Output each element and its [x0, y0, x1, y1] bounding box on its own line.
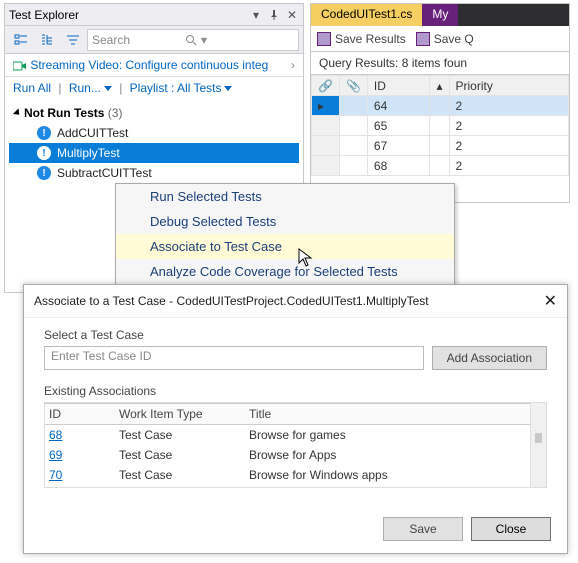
hierarchy-button[interactable] — [35, 29, 59, 51]
close-icon[interactable]: ✕ — [544, 291, 557, 311]
dialog-body: Select a Test Case Enter Test Case ID Ad… — [24, 318, 567, 494]
scrollbar[interactable] — [530, 403, 546, 487]
assoc-id-link[interactable]: 70 — [45, 465, 115, 485]
pin-icon[interactable] — [267, 8, 281, 22]
info-icon: ! — [37, 146, 51, 160]
menu-item-coverage[interactable]: Analyze Code Coverage for Selected Tests — [116, 259, 454, 284]
search-input[interactable]: Search ▾ — [87, 29, 299, 51]
associations-table-wrap: ID Work Item Type Title 68 Test Case Bro… — [44, 402, 547, 488]
menu-item-debug[interactable]: Debug Selected Tests — [116, 209, 454, 234]
test-name: MultiplyTest — [57, 146, 120, 160]
grid-row[interactable]: ▸642 — [312, 96, 569, 116]
tab-strip: CodedUITest1.cs My — [311, 4, 569, 26]
test-case-id-input[interactable]: Enter Test Case ID — [44, 346, 424, 370]
streaming-video-bar: Streaming Video: Configure continuous in… — [5, 54, 303, 77]
tab-file[interactable]: CodedUITest1.cs — [311, 4, 422, 26]
playlist-link[interactable]: Playlist : All Tests — [130, 81, 222, 95]
save-query-button[interactable]: Save Q — [416, 32, 474, 46]
grid-row[interactable]: 652 — [312, 116, 569, 136]
tree-item-selected[interactable]: ! MultiplyTest — [9, 143, 299, 163]
test-explorer-title: Test Explorer — [9, 8, 79, 22]
tree-item[interactable]: ! SubtractCUITTest — [9, 163, 299, 183]
test-explorer-toolbar: Search ▾ — [5, 26, 303, 54]
search-dropdown-icon[interactable]: ▾ — [201, 33, 294, 47]
save-button[interactable]: Save — [383, 517, 463, 541]
add-association-button[interactable]: Add Association — [432, 346, 547, 370]
association-row[interactable]: 68 Test Case Browse for games — [45, 425, 546, 446]
disk-icon — [416, 32, 430, 46]
filter-button[interactable] — [61, 29, 85, 51]
chevron-right-icon[interactable]: › — [291, 58, 295, 72]
group-count: (3) — [108, 106, 123, 120]
grid-row[interactable]: 672 — [312, 136, 569, 156]
dialog-title-bar: Associate to a Test Case - CodedUITestPr… — [24, 285, 567, 318]
menu-item-run[interactable]: Run Selected Tests — [116, 184, 454, 209]
cursor-icon — [298, 248, 314, 268]
select-test-case-label: Select a Test Case — [44, 328, 547, 342]
query-results-panel: CodedUITest1.cs My Save Results Save Q Q… — [310, 3, 570, 203]
close-button[interactable]: Close — [471, 517, 551, 541]
attachment-column-icon[interactable]: 📎 — [339, 76, 367, 96]
col-title[interactable]: Title — [245, 404, 546, 425]
column-id[interactable]: ID — [367, 76, 430, 96]
save-toolbar: Save Results Save Q — [311, 26, 569, 52]
close-icon[interactable]: ✕ — [285, 8, 299, 22]
tree-group-not-run[interactable]: Not Run Tests (3) — [9, 103, 299, 123]
run-link[interactable]: Run... — [69, 81, 101, 95]
search-placeholder: Search — [92, 33, 185, 47]
info-icon: ! — [37, 166, 51, 180]
association-row[interactable]: 69 Test Case Browse for Apps — [45, 445, 546, 465]
tab-other[interactable]: My — [422, 4, 458, 26]
grid-row[interactable]: 682 — [312, 156, 569, 176]
dialog-footer: Save Close — [383, 517, 551, 541]
test-tree: Not Run Tests (3) ! AddCUITTest ! Multip… — [5, 99, 303, 187]
sort-icon[interactable]: ▴ — [430, 76, 449, 96]
test-explorer-title-bar: Test Explorer ▾ ✕ — [5, 4, 303, 26]
associate-dialog: Associate to a Test Case - CodedUITestPr… — [23, 284, 568, 554]
tree-item[interactable]: ! AddCUITTest — [9, 123, 299, 143]
query-status: Query Results: 8 items foun — [311, 52, 569, 75]
assoc-id-link[interactable]: 69 — [45, 445, 115, 465]
run-all-link[interactable]: Run All — [13, 81, 51, 95]
test-name: SubtractCUITTest — [57, 166, 152, 180]
video-icon — [13, 60, 27, 72]
test-name: AddCUITTest — [57, 126, 128, 140]
streaming-video-link[interactable]: Streaming Video: Configure continuous in… — [30, 58, 268, 72]
dialog-title: Associate to a Test Case - CodedUITestPr… — [34, 294, 429, 308]
command-bar: Run All | Run... | Playlist : All Tests — [5, 77, 303, 99]
dropdown-icon[interactable]: ▾ — [249, 8, 263, 22]
results-grid: 🔗 📎 ID ▴ Priority ▸642 652 672 682 — [311, 75, 569, 176]
save-results-button[interactable]: Save Results — [317, 32, 406, 46]
column-priority[interactable]: Priority — [449, 76, 569, 96]
info-icon: ! — [37, 126, 51, 140]
association-row[interactable]: 70 Test Case Browse for Windows apps — [45, 465, 546, 485]
menu-item-associate[interactable]: Associate to Test Case — [116, 234, 454, 259]
search-icon — [185, 34, 197, 46]
link-column-icon[interactable]: 🔗 — [312, 76, 340, 96]
col-id[interactable]: ID — [45, 404, 115, 425]
group-label: Not Run Tests — [24, 106, 104, 120]
existing-associations-label: Existing Associations — [44, 384, 547, 398]
associations-table: ID Work Item Type Title 68 Test Case Bro… — [45, 403, 546, 485]
disk-icon — [317, 32, 331, 46]
group-by-button[interactable] — [9, 29, 33, 51]
col-wit[interactable]: Work Item Type — [115, 404, 245, 425]
assoc-id-link[interactable]: 68 — [45, 425, 115, 446]
